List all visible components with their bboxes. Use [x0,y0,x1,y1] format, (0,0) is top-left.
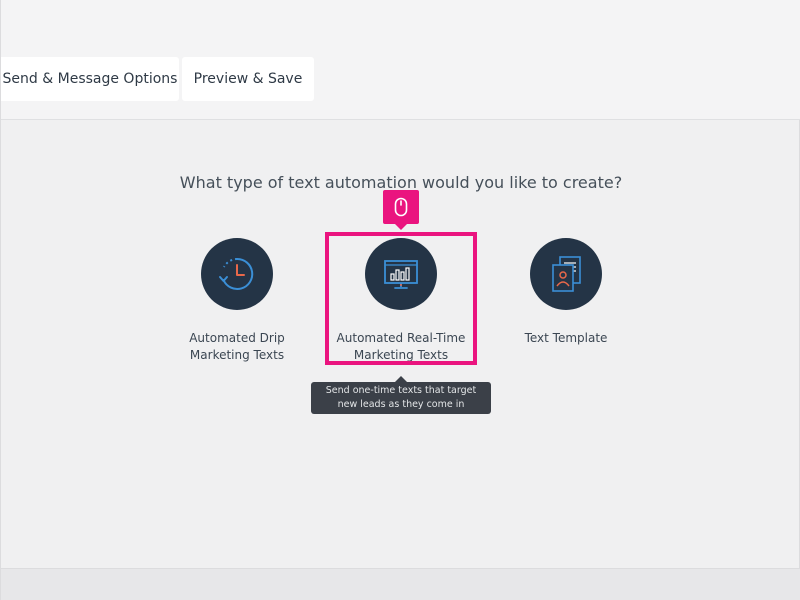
option-label-line: Marketing Texts [189,348,285,362]
option-label: Automated Drip Marketing Texts [162,330,312,364]
clock-icon [201,238,273,310]
monitor-chart-icon [365,238,437,310]
tooltip-line: new leads as they come in [337,399,465,410]
option-text-template[interactable]: Text Template [491,238,641,347]
option-automated-drip[interactable]: Automated Drip Marketing Texts [162,238,312,364]
option-label-line: Automated Drip [189,331,285,345]
tooltip-line: Send one-time texts that target [325,385,477,396]
mouse-icon [383,190,419,230]
tab-send-message-options[interactable]: Send & Message Options [1,57,179,101]
option-automated-real-time[interactable]: Automated Real-Time Marketing Texts [326,238,476,364]
option-label: Automated Real-Time Marketing Texts [326,330,476,364]
option-label-line: Text Template [524,331,608,345]
option-tooltip: Send one-time texts that target new lead… [311,376,491,414]
option-label: Text Template [491,330,641,347]
document-template-icon [530,238,602,310]
option-label-line: Automated Real-Time [336,331,466,345]
wizard-header: Send & Message Options Preview & Save [1,0,800,120]
tab-preview-save[interactable]: Preview & Save [182,57,314,101]
footer-bar [1,568,800,600]
app-frame: Send & Message Options Preview & Save Wh… [0,0,800,600]
option-label-line: Marketing Texts [353,348,449,362]
